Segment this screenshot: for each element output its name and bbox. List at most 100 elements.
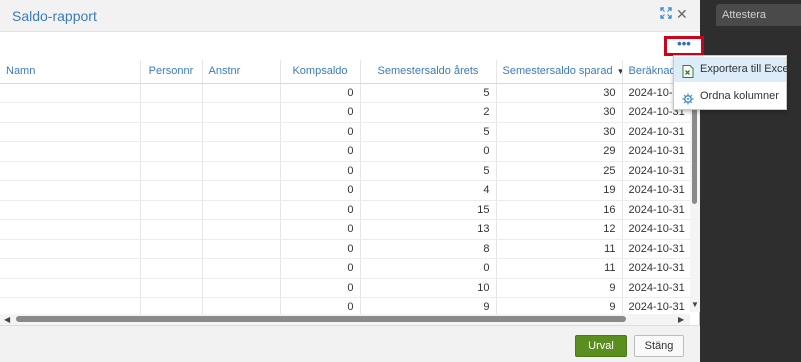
vertical-scrollbar[interactable]: ▲ ▼ xyxy=(690,83,700,312)
table-row[interactable]: 0 5 30 2024-10-31 xyxy=(0,122,690,142)
table-cell xyxy=(140,161,203,181)
table-cell xyxy=(140,102,203,123)
table-cell: 0 xyxy=(280,297,361,314)
table-cell: 2024-10-31 xyxy=(622,219,690,240)
table-cell xyxy=(202,239,281,259)
table-cell: 0 xyxy=(280,161,361,181)
table-cell xyxy=(140,278,203,298)
table-cell: 11 xyxy=(496,258,623,279)
table-cell xyxy=(0,102,141,123)
table-cell: 8 xyxy=(360,239,497,259)
table-cell xyxy=(140,258,203,279)
table-cell: 9 xyxy=(496,297,623,314)
excel-icon xyxy=(682,63,694,78)
dialog-header: Saldo-rapport ✕ xyxy=(0,0,700,32)
table-cell: 9 xyxy=(360,297,497,314)
table-cell: 29 xyxy=(496,141,623,162)
column-header-namn[interactable]: Namn xyxy=(0,60,141,84)
table-row[interactable]: 0 4 19 2024-10-31 xyxy=(0,180,690,201)
column-header-anstnr[interactable]: Anstnr xyxy=(202,60,281,84)
table-cell xyxy=(202,297,281,314)
table-cell xyxy=(202,141,281,162)
menu-item-export-excel[interactable]: Exportera till Excel xyxy=(674,57,791,82)
table-body: 0 5 30 2024-10-31 0 2 30 2024-10-31 0 5 30 2024-10-… xyxy=(0,83,690,314)
table-cell: 10 xyxy=(360,278,497,298)
dialog-title: Saldo-rapport xyxy=(12,8,97,24)
table-row[interactable]: 0 10 9 2024-10-31 xyxy=(0,278,690,298)
table-cell xyxy=(0,219,141,240)
table-cell xyxy=(0,258,141,279)
tab-attestera[interactable]: Attestera xyxy=(716,4,801,26)
table-row[interactable]: 0 13 12 2024-10-31 xyxy=(0,219,690,240)
table-cell xyxy=(140,239,203,259)
table-cell: 0 xyxy=(360,258,497,279)
more-options-menu: Exportera till Excel Ordna kolumner xyxy=(673,55,791,110)
table-row[interactable]: 0 0 11 2024-10-31 xyxy=(0,258,690,279)
table-cell: 0 xyxy=(360,141,497,162)
column-header-semestersaldo-arets[interactable]: Semestersaldo årets xyxy=(360,60,497,84)
scroll-down-icon[interactable]: ▼ xyxy=(691,300,699,309)
menu-item-ordna-kolumner[interactable]: Ordna kolumner xyxy=(674,84,786,109)
table-row[interactable]: 0 8 11 2024-10-31 xyxy=(0,239,690,259)
table-cell xyxy=(202,161,281,181)
table-cell: 0 xyxy=(280,278,361,298)
table-header-row: Namn Personnr Anstnr Kompsaldo Semesters… xyxy=(0,60,690,84)
table-cell xyxy=(0,200,141,220)
column-header-kompsaldo[interactable]: Kompsaldo xyxy=(280,60,361,84)
close-icon[interactable]: ✕ xyxy=(676,6,688,23)
table-cell: 16 xyxy=(496,200,623,220)
more-options-button[interactable]: ••• xyxy=(664,36,704,56)
table-row[interactable]: 0 2 30 2024-10-31 xyxy=(0,102,690,123)
table-cell: 0 xyxy=(280,258,361,279)
table-cell xyxy=(140,297,203,314)
column-header-personnr[interactable]: Personnr xyxy=(140,60,203,84)
table-cell: 0 xyxy=(280,180,361,201)
column-header-label: Semestersaldo sparad xyxy=(502,65,613,78)
stang-button[interactable]: Stäng xyxy=(634,335,684,357)
table-cell: 4 xyxy=(360,180,497,201)
table-cell xyxy=(140,141,203,162)
table-cell xyxy=(202,200,281,220)
column-header-semestersaldo-sparad[interactable]: Semestersaldo sparad ▼ xyxy=(496,60,623,84)
scroll-left-icon[interactable]: ◀ xyxy=(4,315,10,324)
table-cell: 0 xyxy=(280,141,361,162)
table-cell: 5 xyxy=(360,161,497,181)
urval-button[interactable]: Urval xyxy=(575,335,627,357)
table-cell xyxy=(140,180,203,201)
sort-descending-icon: ▼ xyxy=(617,67,621,76)
table-cell xyxy=(202,102,281,123)
table-cell: 2024-10-31 xyxy=(622,180,690,201)
table-cell: 15 xyxy=(360,200,497,220)
table-cell: 11 xyxy=(496,239,623,259)
expand-icon[interactable] xyxy=(660,7,672,22)
table-cell xyxy=(0,122,141,142)
table-cell: 30 xyxy=(496,102,623,123)
menu-item-label: Ordna kolumner xyxy=(700,90,779,102)
table-cell xyxy=(140,219,203,240)
gear-icon xyxy=(682,90,694,105)
table-cell xyxy=(0,278,141,298)
table-cell xyxy=(0,161,141,181)
table-cell: 30 xyxy=(496,83,623,103)
table-cell: 2024-10-31 xyxy=(622,297,690,314)
table-cell: 5 xyxy=(360,83,497,103)
table-cell xyxy=(0,83,141,103)
table-cell xyxy=(202,180,281,201)
table-cell: 2024-10-31 xyxy=(622,141,690,162)
table-cell: 2024-10-31 xyxy=(622,239,690,259)
table-row[interactable]: 0 5 25 2024-10-31 xyxy=(0,161,690,181)
table-cell xyxy=(0,297,141,314)
table-row[interactable]: 0 9 9 2024-10-31 xyxy=(0,297,690,314)
table-cell: 19 xyxy=(496,180,623,201)
table-row[interactable]: 0 15 16 2024-10-31 xyxy=(0,200,690,220)
table-row[interactable]: 0 0 29 2024-10-31 xyxy=(0,141,690,162)
horizontal-scroll-thumb[interactable] xyxy=(16,316,626,322)
table-cell xyxy=(0,239,141,259)
horizontal-scrollbar[interactable]: ◀ ▶ xyxy=(0,314,690,325)
table-cell: 0 xyxy=(280,200,361,220)
scroll-right-icon[interactable]: ▶ xyxy=(678,315,684,324)
saldo-rapport-dialog: Saldo-rapport ✕ ••• Namn Personnr Anstnr… xyxy=(0,0,704,362)
table-row[interactable]: 0 5 30 2024-10-31 xyxy=(0,83,690,103)
table-cell: 2024-10-31 xyxy=(622,122,690,142)
table-cell: 0 xyxy=(280,102,361,123)
